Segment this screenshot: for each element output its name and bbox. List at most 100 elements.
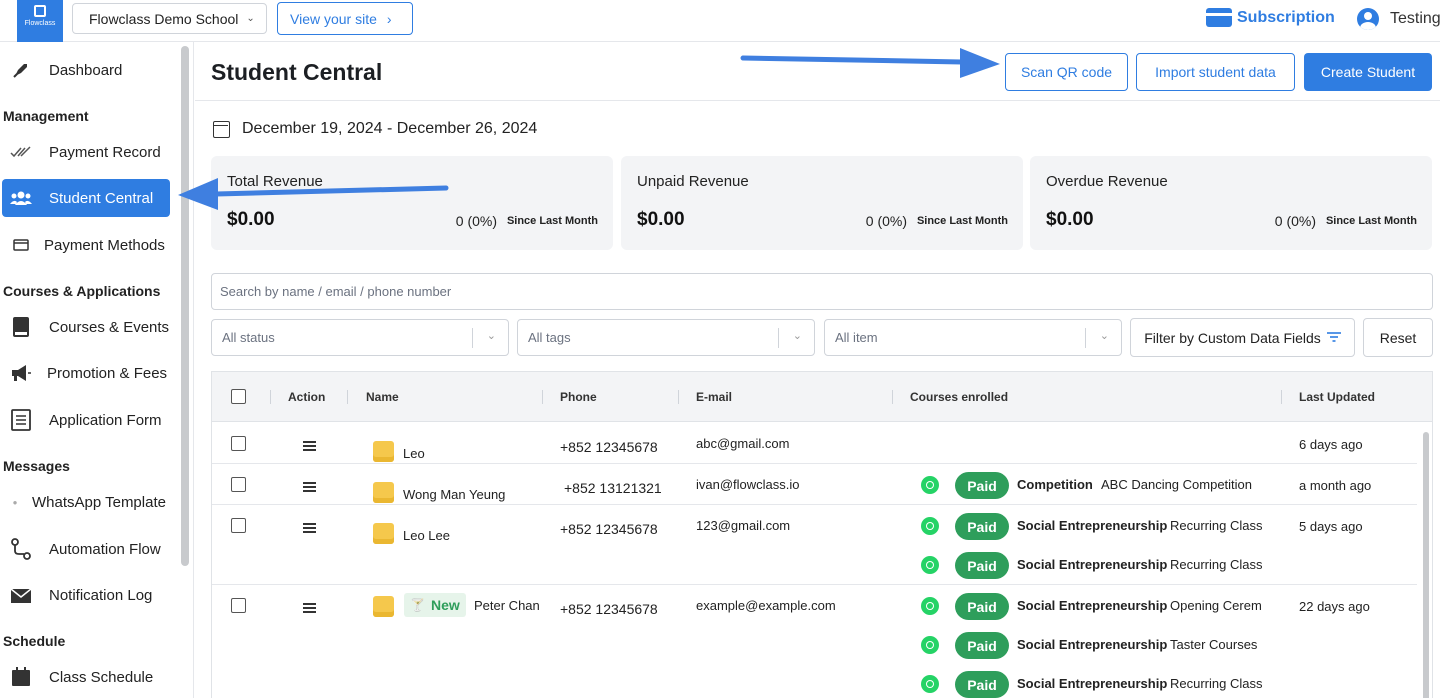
student-email: ivan@flowclass.io	[696, 477, 800, 492]
whatsapp-icon[interactable]	[921, 597, 939, 615]
last-updated: 22 days ago	[1299, 599, 1370, 614]
sidebar-item-notification-log[interactable]: Notification Log	[2, 576, 170, 614]
row-checkbox[interactable]	[231, 477, 246, 492]
sidebar-item-label: Promotion & Fees	[47, 364, 168, 382]
stat-change: 0 (0%)	[865, 213, 907, 229]
scan-qr-button[interactable]: Scan QR code	[1005, 53, 1128, 91]
whatsapp-icon[interactable]	[921, 675, 939, 693]
user-menu[interactable]: Testing	[1357, 8, 1440, 30]
paid-status-badge: Paid	[955, 552, 1009, 579]
student-email: 123@gmail.com	[696, 518, 791, 533]
column-header-phone[interactable]: Phone	[560, 390, 597, 404]
student-phone: +852 12345678	[560, 601, 658, 617]
stat-since: Since Last Month	[506, 215, 598, 227]
note-icon[interactable]	[373, 482, 394, 503]
whatsapp-icon[interactable]	[921, 556, 939, 574]
credit-card-icon	[1206, 8, 1232, 27]
view-site-button[interactable]: View your site ›	[277, 2, 413, 35]
column-header-name[interactable]: Name	[366, 390, 399, 404]
filter-icon	[1326, 330, 1341, 345]
date-range-picker[interactable]: December 19, 2024 - December 26, 2024	[213, 120, 537, 138]
student-email: abc@gmail.com	[696, 436, 790, 451]
search-input[interactable]	[211, 273, 1433, 310]
school-selector[interactable]: Flowclass Demo School ⌄	[72, 3, 267, 34]
table-scrollbar[interactable]	[1423, 432, 1429, 698]
student-name[interactable]: Leo	[403, 446, 425, 461]
sidebar-item-label: Class Schedule	[49, 668, 154, 686]
sidebar-item-whatsapp-template[interactable]: ● WhatsApp Template	[2, 483, 170, 521]
reset-button[interactable]: Reset	[1363, 318, 1433, 357]
column-header-email[interactable]: E-mail	[696, 390, 732, 404]
column-header-action: Action	[288, 390, 326, 404]
stat-amount: $0.00	[227, 209, 275, 230]
course-name: Social Entrepreneurship	[1017, 518, 1168, 533]
course-name: Social Entrepreneurship	[1017, 637, 1168, 652]
sidebar-item-class-schedule[interactable]: Class Schedule	[2, 658, 170, 696]
sidebar-scrollbar[interactable]	[181, 46, 189, 566]
student-name[interactable]: Leo Lee	[403, 528, 450, 543]
new-badge: 🍸 New	[404, 593, 466, 617]
subscription-link[interactable]: Subscription	[1206, 8, 1335, 27]
sidebar-item-promotion-fees[interactable]: Promotion & Fees	[2, 354, 170, 392]
student-name[interactable]: Peter Chan	[474, 598, 540, 613]
logo-text: Flowclass	[24, 20, 56, 27]
sidebar-item-label: Automation Flow	[49, 540, 161, 558]
course-name: Competition	[1017, 477, 1093, 492]
item-filter-select[interactable]: All item ⌄	[824, 319, 1122, 356]
create-student-button[interactable]: Create Student	[1304, 53, 1432, 91]
import-student-data-button[interactable]: Import student data	[1136, 53, 1295, 91]
chevron-down-icon: ⌄	[486, 330, 496, 342]
select-value: All item	[835, 330, 878, 345]
note-icon[interactable]	[373, 523, 394, 544]
row-actions-menu-icon[interactable]	[303, 441, 316, 451]
table-header: Action Name Phone E-mail Courses enrolle…	[212, 372, 1432, 422]
main-content: Student Central Scan QR code Import stud…	[195, 42, 1440, 698]
row-checkbox[interactable]	[231, 436, 246, 451]
course-item: Recurring Class	[1170, 557, 1263, 572]
sidebar-item-label: Payment Methods	[44, 236, 165, 254]
row-checkbox[interactable]	[231, 598, 246, 613]
column-header-last-updated[interactable]: Last Updated	[1299, 390, 1375, 404]
section-messages: Messages	[3, 458, 70, 474]
row-actions-menu-icon[interactable]	[303, 482, 316, 492]
stat-change: 0 (0%)	[1274, 213, 1316, 229]
sidebar-item-payment-record[interactable]: Payment Record	[2, 133, 170, 171]
chevron-down-icon: ⌄	[1099, 330, 1109, 342]
status-filter-select[interactable]: All status ⌄	[211, 319, 509, 356]
sidebar-item-dashboard[interactable]: Dashboard	[2, 51, 170, 89]
last-updated: a month ago	[1299, 478, 1372, 493]
students-table: Action Name Phone E-mail Courses enrolle…	[211, 371, 1433, 698]
form-icon	[10, 409, 32, 431]
tags-filter-select[interactable]: All tags ⌄	[517, 319, 815, 356]
custom-fields-filter-button[interactable]: Filter by Custom Data Fields	[1130, 318, 1355, 357]
sidebar-item-application-form[interactable]: Application Form	[2, 401, 170, 439]
student-name[interactable]: Wong Man Yeung	[403, 487, 505, 502]
student-phone: +852 12345678	[560, 439, 658, 455]
flowclass-logo[interactable]: Flowclass	[17, 0, 63, 42]
page-title: Student Central	[211, 59, 383, 85]
stat-amount: $0.00	[1046, 209, 1094, 230]
row-actions-menu-icon[interactable]	[303, 603, 316, 613]
sidebar-item-automation-flow[interactable]: Automation Flow	[2, 530, 170, 568]
sidebar-item-student-central[interactable]: Student Central	[2, 179, 170, 217]
note-icon[interactable]	[373, 596, 394, 617]
dot-icon: ●	[12, 497, 18, 507]
whatsapp-icon[interactable]	[921, 517, 939, 535]
whatsapp-icon[interactable]	[921, 476, 939, 494]
sidebar-item-label: Payment Record	[49, 143, 161, 161]
cocktail-icon: 🍸	[410, 598, 425, 612]
select-all-checkbox[interactable]	[231, 389, 246, 404]
sidebar-item-payment-methods[interactable]: Payment Methods	[2, 226, 170, 264]
user-avatar-icon	[1357, 8, 1379, 30]
row-actions-menu-icon[interactable]	[303, 523, 316, 533]
whatsapp-icon[interactable]	[921, 636, 939, 654]
header-divider	[195, 100, 1440, 101]
megaphone-icon	[10, 362, 32, 384]
view-site-label: View your site	[290, 10, 377, 27]
paid-status-badge: Paid	[955, 472, 1009, 499]
section-schedule: Schedule	[3, 633, 66, 649]
sidebar-item-courses-events[interactable]: Courses & Events	[2, 308, 170, 346]
course-name: Social Entrepreneurship	[1017, 557, 1168, 572]
note-icon[interactable]	[373, 441, 394, 462]
row-checkbox[interactable]	[231, 518, 246, 533]
